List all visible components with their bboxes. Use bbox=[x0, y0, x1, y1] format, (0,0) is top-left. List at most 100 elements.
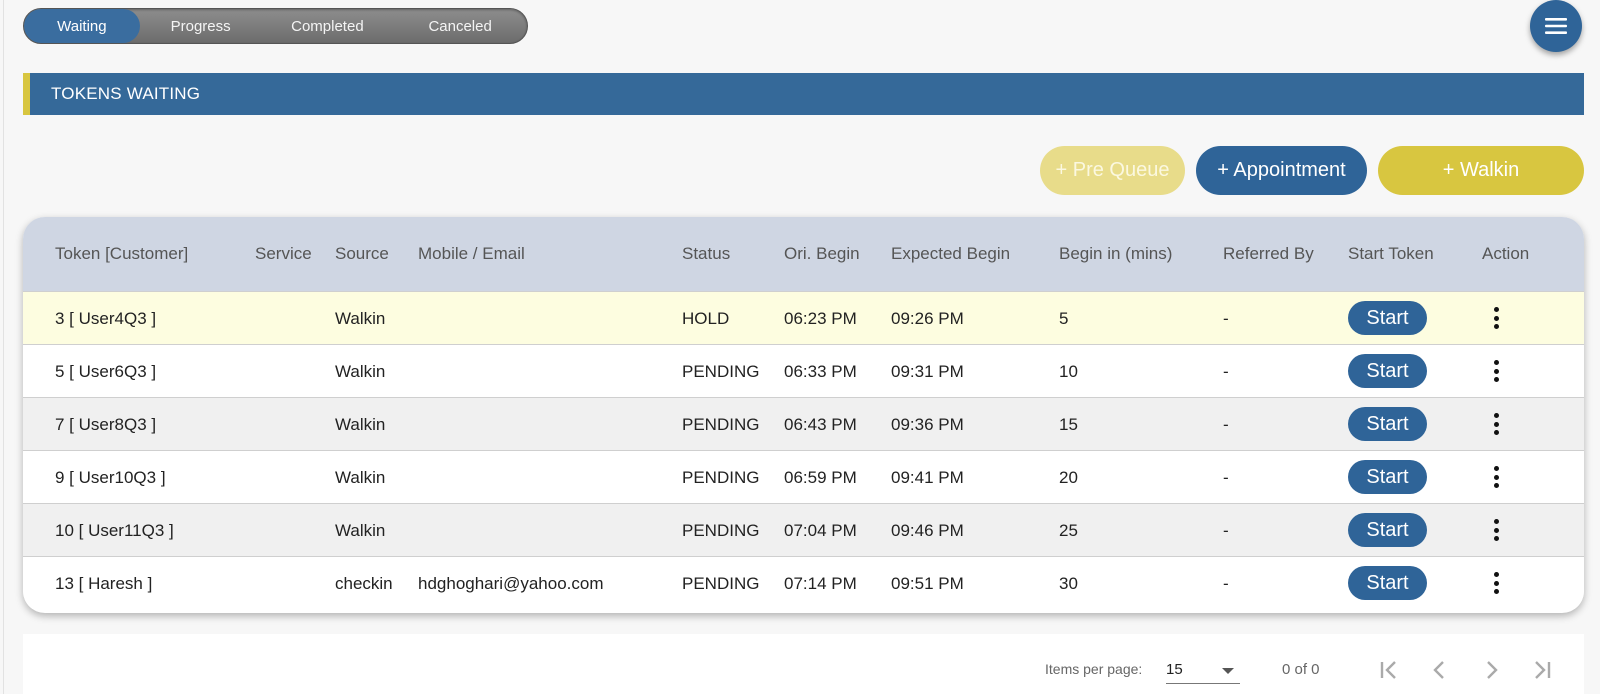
cell-expected-begin: 09:51 PM bbox=[891, 573, 964, 593]
tokens-table: Token [Customer] Service Source Mobile /… bbox=[23, 217, 1584, 613]
header-mobile-email[interactable]: Mobile / Email bbox=[418, 217, 525, 291]
section-title-bar: TOKENS WAITING bbox=[23, 73, 1584, 115]
page-range: 0 of 0 bbox=[1282, 661, 1320, 678]
tab-completed[interactable]: Completed bbox=[262, 9, 394, 43]
header-ori-begin[interactable]: Ori. Begin bbox=[784, 217, 860, 291]
cell-expected-begin: 09:41 PM bbox=[891, 467, 964, 487]
cell-status: HOLD bbox=[682, 308, 730, 328]
cell-expected-begin: 09:46 PM bbox=[891, 520, 964, 540]
first-page-button[interactable] bbox=[1372, 653, 1406, 687]
more-actions-icon[interactable] bbox=[1489, 464, 1503, 490]
cell-source: Walkin bbox=[335, 414, 386, 434]
start-token-button[interactable]: Start bbox=[1348, 460, 1427, 494]
cell-ori-begin: 06:23 PM bbox=[784, 308, 857, 328]
header-action: Action bbox=[1482, 244, 1530, 263]
cell-ori-begin: 07:14 PM bbox=[784, 573, 857, 593]
cell-token: 7 [ User8Q3 ] bbox=[55, 414, 157, 434]
tab-waiting[interactable]: Waiting bbox=[24, 9, 140, 43]
items-per-page-select[interactable]: 15 bbox=[1166, 656, 1240, 684]
header-token[interactable]: Token [Customer] bbox=[55, 217, 188, 291]
start-token-button[interactable]: Start bbox=[1348, 354, 1427, 388]
last-page-icon bbox=[1535, 661, 1551, 679]
cell-expected-begin: 09:31 PM bbox=[891, 361, 964, 381]
cell-token: 3 [ User4Q3 ] bbox=[55, 308, 157, 328]
cell-ori-begin: 07:04 PM bbox=[784, 520, 857, 540]
items-per-page-label: Items per page: bbox=[1045, 661, 1143, 677]
cell-referred-by: - bbox=[1223, 414, 1229, 434]
next-page-button[interactable] bbox=[1474, 653, 1508, 687]
cell-token: 5 [ User6Q3 ] bbox=[55, 361, 157, 381]
add-appointment-button[interactable]: + Appointment bbox=[1196, 146, 1367, 195]
header-service[interactable]: Service bbox=[255, 217, 312, 291]
cell-referred-by: - bbox=[1223, 361, 1229, 381]
first-page-icon bbox=[1380, 661, 1396, 679]
more-actions-icon[interactable] bbox=[1489, 411, 1503, 437]
cell-referred-by: - bbox=[1223, 573, 1229, 593]
cell-ori-begin: 06:43 PM bbox=[784, 414, 857, 434]
cell-source: Walkin bbox=[335, 467, 386, 487]
tab-canceled[interactable]: Canceled bbox=[393, 9, 527, 43]
paginator: Items per page: 15 0 of 0 bbox=[23, 634, 1584, 694]
table-row[interactable]: 7 [ User8Q3 ] Walkin PENDING 06:43 PM 09… bbox=[23, 397, 1584, 450]
items-per-page-value: 15 bbox=[1166, 661, 1183, 678]
page-left-border bbox=[3, 0, 4, 694]
cell-source: checkin bbox=[335, 573, 393, 593]
cell-status: PENDING bbox=[682, 467, 760, 487]
header-referred-by[interactable]: Referred By bbox=[1223, 217, 1314, 291]
table-row[interactable]: 5 [ User6Q3 ] Walkin PENDING 06:33 PM 09… bbox=[23, 344, 1584, 397]
cell-referred-by: - bbox=[1223, 520, 1229, 540]
cell-begin-in: 5 bbox=[1059, 308, 1069, 328]
cell-referred-by: - bbox=[1223, 467, 1229, 487]
header-status[interactable]: Status bbox=[682, 217, 730, 291]
cell-referred-by: - bbox=[1223, 308, 1229, 328]
chevron-right-icon bbox=[1487, 661, 1498, 679]
section-title: TOKENS WAITING bbox=[51, 84, 201, 103]
table-row[interactable]: 9 [ User10Q3 ] Walkin PENDING 06:59 PM 0… bbox=[23, 450, 1584, 503]
more-actions-icon[interactable] bbox=[1489, 305, 1503, 331]
cell-token: 10 [ User11Q3 ] bbox=[55, 520, 174, 540]
table-row[interactable]: 10 [ User11Q3 ] Walkin PENDING 07:04 PM … bbox=[23, 503, 1584, 556]
cell-expected-begin: 09:36 PM bbox=[891, 414, 964, 434]
cell-token: 13 [ Haresh ] bbox=[55, 573, 153, 593]
add-walkin-button[interactable]: + Walkin bbox=[1378, 146, 1584, 195]
cell-ori-begin: 06:59 PM bbox=[784, 467, 857, 487]
cell-status: PENDING bbox=[682, 361, 760, 381]
hamburger-menu-icon bbox=[1545, 18, 1567, 34]
start-token-button[interactable]: Start bbox=[1348, 513, 1427, 547]
cell-ori-begin: 06:33 PM bbox=[784, 361, 857, 381]
status-tabs: Waiting Progress Completed Canceled bbox=[23, 8, 528, 44]
header-start-token: Start Token bbox=[1348, 244, 1434, 263]
start-token-button[interactable]: Start bbox=[1348, 301, 1427, 335]
cell-token: 9 [ User10Q3 ] bbox=[55, 467, 166, 487]
header-expected-begin[interactable]: Expected Begin bbox=[891, 217, 1010, 291]
more-actions-icon[interactable] bbox=[1489, 358, 1503, 384]
cell-begin-in: 30 bbox=[1059, 573, 1078, 593]
table-row[interactable]: 13 [ Haresh ] checkin hdghoghari@yahoo.c… bbox=[23, 556, 1584, 609]
chevron-left-icon bbox=[1433, 661, 1444, 679]
tab-progress[interactable]: Progress bbox=[140, 9, 262, 43]
pre-queue-button[interactable]: + Pre Queue bbox=[1040, 146, 1185, 195]
cell-begin-in: 20 bbox=[1059, 467, 1078, 487]
cell-begin-in: 10 bbox=[1059, 361, 1078, 381]
cell-status: PENDING bbox=[682, 520, 760, 540]
menu-button[interactable] bbox=[1530, 0, 1582, 52]
cell-begin-in: 25 bbox=[1059, 520, 1078, 540]
header-begin-in[interactable]: Begin in (mins) bbox=[1059, 217, 1172, 291]
start-token-button[interactable]: Start bbox=[1348, 407, 1427, 441]
cell-source: Walkin bbox=[335, 308, 386, 328]
cell-begin-in: 15 bbox=[1059, 414, 1078, 434]
more-actions-icon[interactable] bbox=[1489, 570, 1503, 596]
more-actions-icon[interactable] bbox=[1489, 517, 1503, 543]
cell-source: Walkin bbox=[335, 361, 386, 381]
cell-contact: hdghoghari@yahoo.com bbox=[418, 573, 604, 593]
cell-expected-begin: 09:26 PM bbox=[891, 308, 964, 328]
table-row[interactable]: 3 [ User4Q3 ] Walkin HOLD 06:23 PM 09:26… bbox=[23, 291, 1584, 344]
cell-source: Walkin bbox=[335, 520, 386, 540]
chevron-down-icon bbox=[1222, 668, 1234, 674]
start-token-button[interactable]: Start bbox=[1348, 566, 1427, 600]
header-source[interactable]: Source bbox=[335, 217, 389, 291]
cell-status: PENDING bbox=[682, 573, 760, 593]
cell-status: PENDING bbox=[682, 414, 760, 434]
last-page-button[interactable] bbox=[1525, 653, 1559, 687]
previous-page-button[interactable] bbox=[1423, 653, 1457, 687]
